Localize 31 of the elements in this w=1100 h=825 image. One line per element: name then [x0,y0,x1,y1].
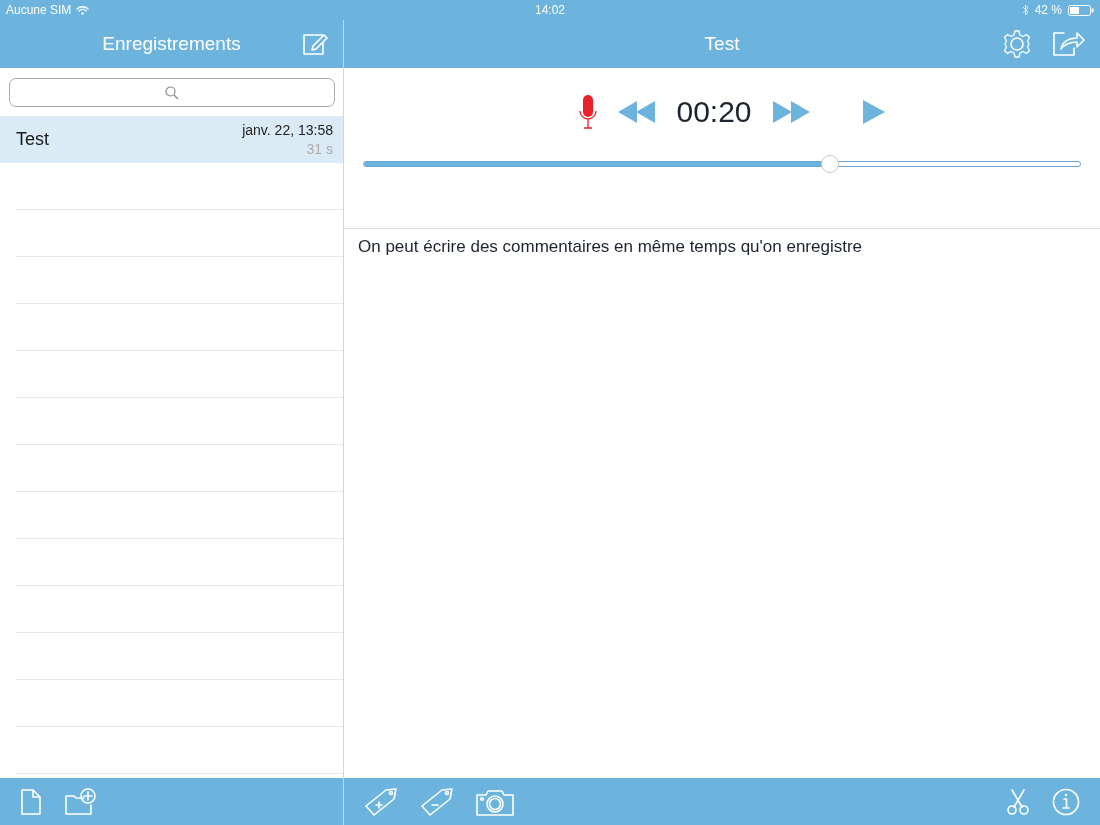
scissors-button[interactable] [1006,787,1030,816]
fast-forward-button[interactable] [771,100,810,124]
detail-title: Test [704,33,740,55]
new-folder-button[interactable] [64,787,98,816]
note-text[interactable]: On peut écrire des commentaires en même temps qu'on enregistre [358,237,1086,257]
battery-label: 42 % [1034,3,1062,17]
play-button[interactable] [861,99,886,125]
sidebar-title: Enregistrements [102,33,241,55]
microphone-button[interactable] [578,94,599,130]
search-icon [165,85,179,100]
progress-slider[interactable] [363,155,1081,173]
playback-time: 00:20 [676,95,752,129]
new-file-button[interactable] [20,788,42,815]
recording-row[interactable]: Test janv. 22, 13:58 31 s [0,116,343,163]
battery-icon [1068,4,1094,16]
camera-button[interactable] [476,787,514,816]
add-tag-button[interactable] [364,786,398,817]
share-button[interactable] [1052,29,1086,59]
search-field[interactable] [9,78,335,107]
info-button[interactable] [1052,787,1080,816]
rewind-button[interactable] [618,100,657,124]
remove-tag-button[interactable] [420,786,454,817]
recording-title: Test [16,129,49,150]
recording-duration: 31 s [306,141,333,157]
carrier-label: Aucune SIM [6,3,72,17]
settings-button[interactable] [1002,29,1032,59]
clock-label: 14:02 [535,3,565,17]
recording-date: janv. 22, 13:58 [242,122,333,138]
bluetooth-icon [1021,4,1029,16]
wifi-icon [76,5,90,15]
slider-thumb[interactable] [820,155,839,173]
